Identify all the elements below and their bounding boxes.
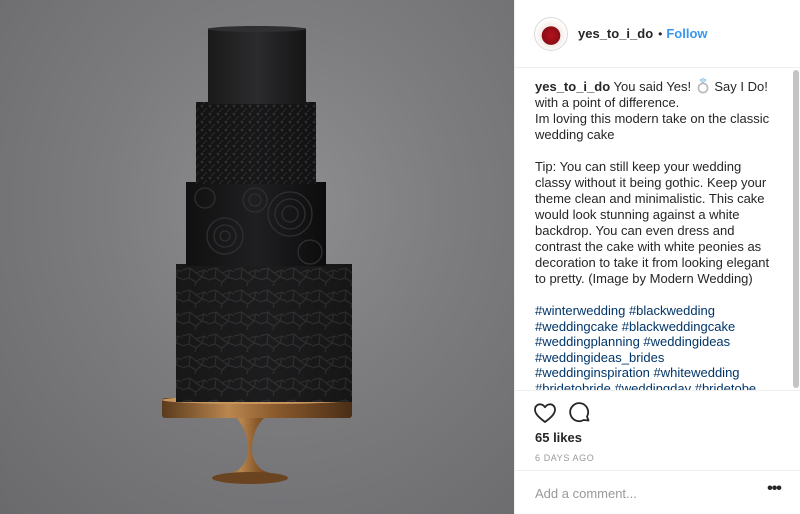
- header-username[interactable]: yes_to_i_do: [578, 26, 653, 41]
- caption-area: yes_to_i_do You said Yes! Say I Do! with…: [515, 68, 800, 390]
- post-side-panel: yes_to_i_do • Follow yes_to_i_do You sai…: [514, 0, 800, 514]
- caption-hashtags[interactable]: #winterwedding #blackwedding #weddingcak…: [535, 303, 779, 390]
- add-comment-bar: •••: [515, 470, 800, 514]
- profile-avatar[interactable]: [534, 16, 568, 51]
- cake-stand: [162, 396, 352, 484]
- scrollbar-thumb[interactable]: [793, 70, 799, 388]
- cake-tier-roses: [186, 182, 326, 266]
- caption-text-rest: Say I Do! with a point of difference. Im…: [535, 79, 770, 286]
- caption-scrollbar[interactable]: [792, 68, 800, 390]
- post-actions: 65 likes 6 DAYS AGO: [515, 390, 800, 470]
- caption-username[interactable]: yes_to_i_do: [535, 79, 610, 94]
- post-header: yes_to_i_do • Follow: [515, 0, 800, 68]
- post-timestamp: 6 DAYS AGO: [535, 453, 595, 463]
- follow-button[interactable]: Follow: [666, 26, 707, 41]
- ring-emoji-icon: [697, 78, 709, 94]
- post-photo[interactable]: [0, 0, 514, 514]
- like-count[interactable]: 65 likes: [535, 430, 582, 445]
- heart-icon[interactable]: [533, 401, 557, 425]
- wedding-cake-photo: [162, 26, 352, 484]
- comment-bubble-icon[interactable]: [568, 401, 592, 425]
- caption-text-start: You said Yes!: [613, 79, 695, 94]
- cake-tier-top: [208, 28, 306, 104]
- caption: yes_to_i_do You said Yes! Say I Do! with…: [535, 78, 779, 287]
- header-separator: •: [658, 26, 663, 41]
- more-options-icon[interactable]: •••: [762, 481, 786, 502]
- comment-input[interactable]: [535, 483, 745, 503]
